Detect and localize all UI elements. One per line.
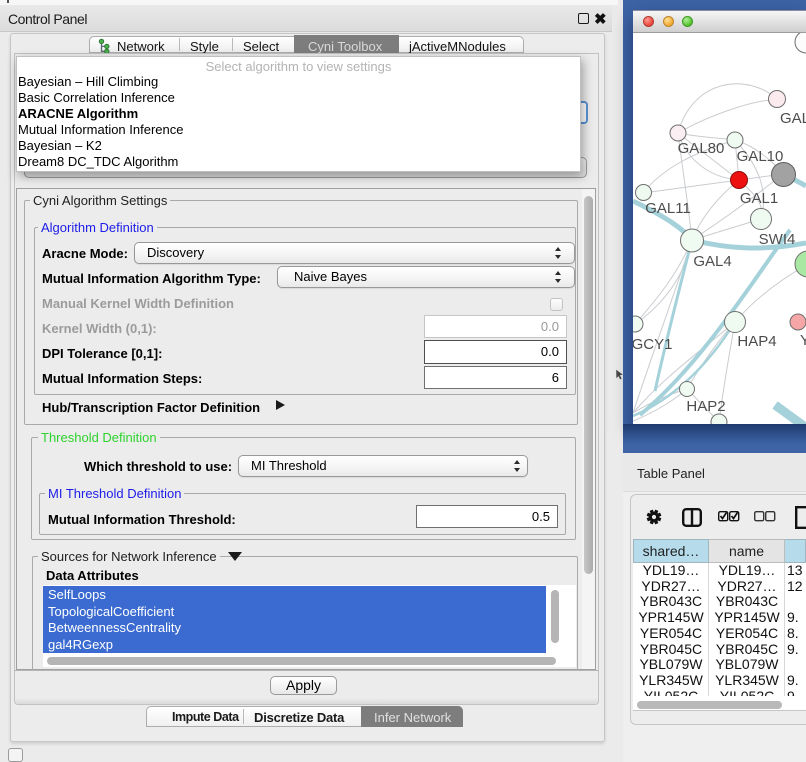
svg-text:GAL80: GAL80 [678, 140, 725, 157]
svg-text:GAL11: GAL11 [645, 200, 691, 217]
svg-text:GCY1: GCY1 [633, 336, 672, 353]
svg-text:GAL1: GAL1 [740, 190, 778, 207]
svg-text:GAL4: GAL4 [693, 253, 731, 270]
svg-text:GAL10: GAL10 [737, 148, 784, 165]
svg-text:HAP2: HAP2 [686, 398, 725, 415]
svg-text:SWI4: SWI4 [759, 231, 796, 248]
svg-text:Y: Y [800, 332, 806, 349]
svg-text:HAP4: HAP4 [737, 333, 776, 350]
svg-text:GAL: GAL [780, 110, 806, 127]
